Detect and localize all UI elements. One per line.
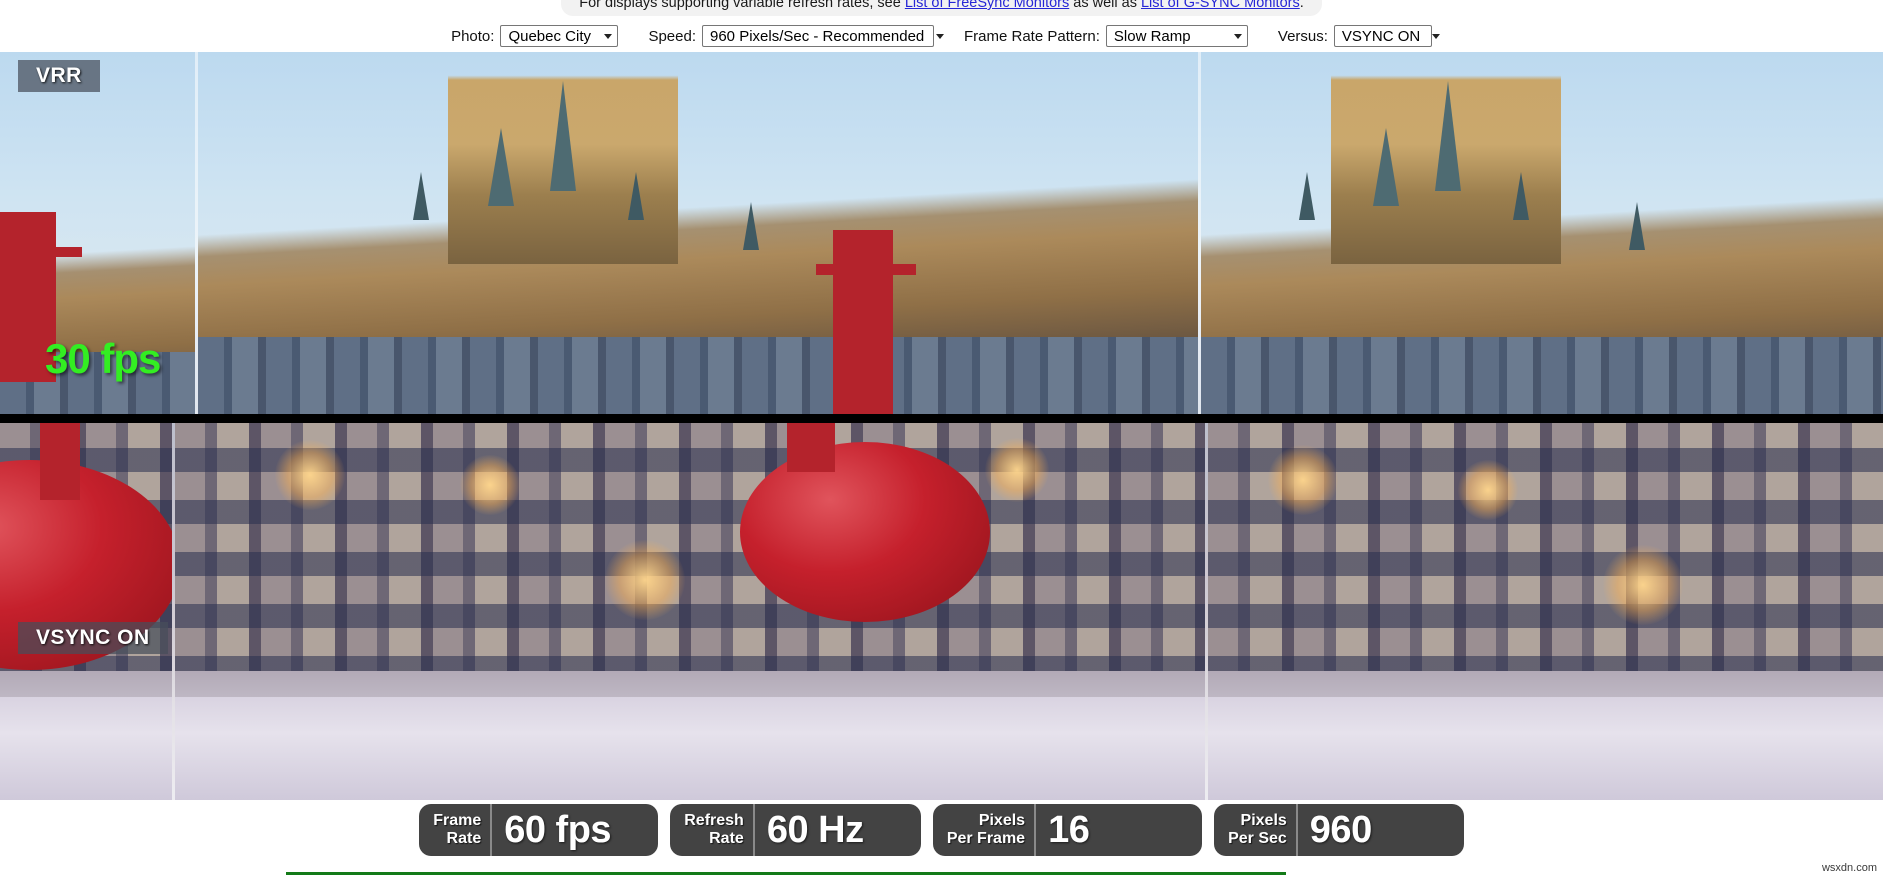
speed-select[interactable]: 960 Pixels/Sec - Recommended xyxy=(702,25,934,47)
animation-stage[interactable]: VRR 30 fps VSYNC ON xyxy=(0,52,1883,800)
photo-label: Photo: xyxy=(451,28,494,45)
photo-strip xyxy=(0,420,172,800)
vsync-mode-label: VSYNC ON xyxy=(18,622,168,654)
frame-rate-badge: Frame Rate 60 fps xyxy=(419,804,658,856)
versus-select-value: VSYNC ON xyxy=(1342,28,1420,45)
notice-text-before: For displays supporting variable refresh… xyxy=(579,0,905,11)
refresh-rate-badge: Refresh Rate 60 Hz xyxy=(670,804,921,856)
frame-rate-pattern-control: Frame Rate Pattern: Slow Ramp xyxy=(964,25,1248,47)
refresh-rate-badge-value: 60 Hz xyxy=(753,804,921,856)
refresh-rate-badge-label: Refresh Rate xyxy=(670,804,753,856)
footer-accent-rule xyxy=(286,872,1286,875)
photo-control: Photo: Quebec City xyxy=(451,25,618,47)
speed-select-value: 960 Pixels/Sec - Recommended xyxy=(710,28,924,45)
vsync-panel xyxy=(0,420,1883,800)
chevron-down-icon xyxy=(1432,34,1440,39)
versus-label: Versus: xyxy=(1278,28,1328,45)
photo-strip xyxy=(1201,52,1883,418)
panel-seam xyxy=(1205,420,1208,800)
photo-strip xyxy=(1208,420,1883,800)
pixels-per-sec-badge-label: Pixels Per Sec xyxy=(1214,804,1296,856)
versus-select[interactable]: VSYNC ON xyxy=(1334,25,1432,47)
watermark: wsxdn.com xyxy=(1822,862,1877,874)
speed-control: Speed: 960 Pixels/Sec - Recommended xyxy=(648,25,934,47)
chevron-down-icon xyxy=(604,34,612,39)
control-row: Photo: Quebec City Speed: 960 Pixels/Sec… xyxy=(0,20,1883,52)
frame-rate-badge-value: 60 fps xyxy=(490,804,658,856)
testufo-page: For displays supporting variable refresh… xyxy=(0,0,1883,878)
panel-seam xyxy=(172,420,175,800)
notice-text-after: . xyxy=(1300,0,1304,11)
pixels-per-sec-badge-value: 960 xyxy=(1296,804,1464,856)
notice-bar: For displays supporting variable refresh… xyxy=(0,0,1883,22)
frame-rate-pattern-value: Slow Ramp xyxy=(1114,28,1191,45)
vrr-notice-panel: For displays supporting variable refresh… xyxy=(561,0,1322,16)
photo-strip xyxy=(175,420,1205,800)
notice-text-middle: as well as xyxy=(1069,0,1141,11)
readout-row: Frame Rate 60 fps Refresh Rate 60 Hz Pix… xyxy=(0,802,1883,858)
vrr-panel xyxy=(0,52,1883,418)
tearline xyxy=(0,414,1883,423)
pixels-per-frame-badge-value: 16 xyxy=(1034,804,1202,856)
vrr-mode-label: VRR xyxy=(18,60,100,92)
frame-rate-pattern-select[interactable]: Slow Ramp xyxy=(1106,25,1248,47)
gsync-monitors-link[interactable]: List of G-SYNC Monitors xyxy=(1141,0,1300,11)
panel-seam xyxy=(195,52,198,418)
fps-indicator: 30 fps xyxy=(45,335,160,383)
freesync-monitors-link[interactable]: List of FreeSync Monitors xyxy=(905,0,1069,11)
photo-select-value: Quebec City xyxy=(508,28,591,45)
pixels-per-frame-badge: Pixels Per Frame 16 xyxy=(933,804,1202,856)
chevron-down-icon xyxy=(1234,34,1242,39)
speed-label: Speed: xyxy=(648,28,696,45)
chevron-down-icon xyxy=(936,34,944,39)
pixels-per-frame-badge-label: Pixels Per Frame xyxy=(933,804,1034,856)
pixels-per-sec-badge: Pixels Per Sec 960 xyxy=(1214,804,1464,856)
versus-control: Versus: VSYNC ON xyxy=(1278,25,1432,47)
panel-seam xyxy=(1198,52,1201,418)
photo-strip xyxy=(198,52,1198,418)
frame-rate-pattern-label: Frame Rate Pattern: xyxy=(964,28,1100,45)
photo-select[interactable]: Quebec City xyxy=(500,25,618,47)
frame-rate-badge-label: Frame Rate xyxy=(419,804,490,856)
